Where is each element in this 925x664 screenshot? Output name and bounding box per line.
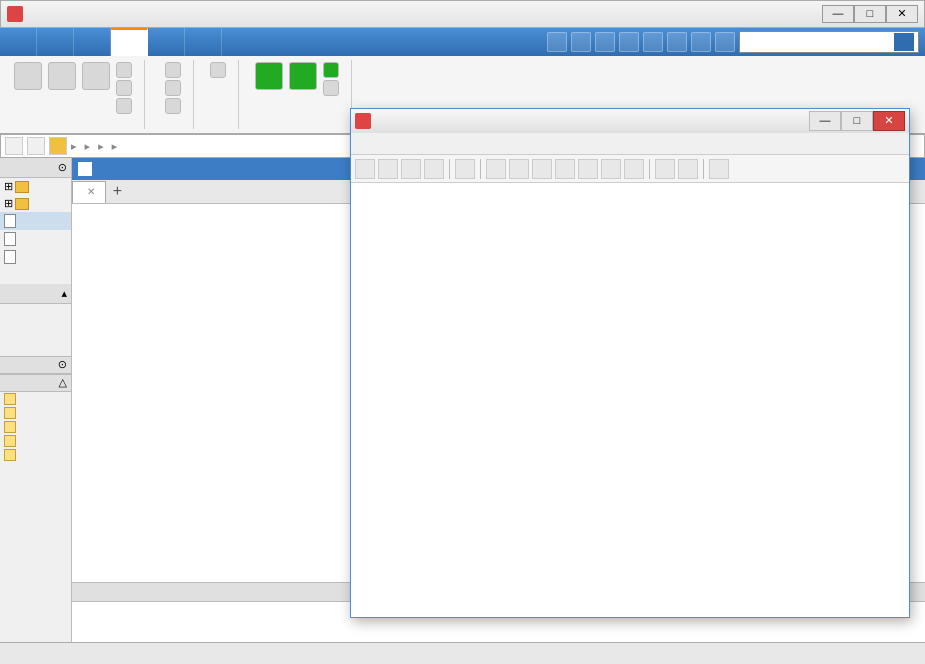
tab-apps[interactable] (74, 28, 111, 56)
fig-close-button[interactable]: ✕ (873, 111, 905, 131)
qat-cut-icon[interactable] (595, 32, 615, 52)
run-button[interactable] (255, 62, 283, 96)
run-advance-button[interactable] (289, 62, 317, 96)
findfiles-button[interactable] (116, 62, 136, 78)
matlab-logo-icon (355, 113, 371, 129)
details-prompt (0, 304, 71, 316)
workspace-header: ⊙ (0, 356, 71, 374)
main-titlebar: — □ ✕ (0, 0, 925, 28)
insert-button[interactable] (161, 62, 185, 78)
search-docs-input[interactable] (739, 31, 919, 53)
folder-icon (15, 198, 29, 210)
current-folder-panel: ⊙ ⊞ ⊞ ▴ ⊙ △ (0, 158, 72, 642)
rotate3d-icon[interactable] (555, 159, 575, 179)
runsection-button[interactable] (323, 62, 343, 78)
mfile-icon (4, 232, 16, 246)
toolstrip-tabs (0, 28, 925, 56)
ws-var[interactable] (0, 434, 71, 448)
tree-item[interactable] (0, 212, 71, 230)
editor-icon (78, 162, 92, 176)
new-figure-icon[interactable] (355, 159, 375, 179)
panel-menu-icon[interactable]: ⊙ (58, 161, 67, 174)
tab-publish[interactable] (148, 28, 185, 56)
quick-access-toolbar (541, 28, 925, 56)
link-icon[interactable] (624, 159, 644, 179)
qat-icon[interactable] (547, 32, 567, 52)
pointer-icon[interactable] (455, 159, 475, 179)
print-icon[interactable] (424, 159, 444, 179)
details-header: ▴ (0, 284, 71, 304)
pan-icon[interactable] (532, 159, 552, 179)
qat-save-icon[interactable] (571, 32, 591, 52)
comment-button[interactable] (161, 80, 185, 96)
minimize-button[interactable]: — (822, 5, 854, 23)
brush-icon[interactable] (601, 159, 621, 179)
qat-help-icon[interactable] (715, 32, 735, 52)
qat-undo-icon[interactable] (667, 32, 687, 52)
tab-view[interactable] (185, 28, 222, 56)
ws-names-col[interactable]: △ (0, 374, 71, 392)
file-tab[interactable]: ✕ (72, 181, 106, 203)
advance-button[interactable] (323, 80, 343, 96)
qat-redo-icon[interactable] (691, 32, 711, 52)
save-figure-icon[interactable] (401, 159, 421, 179)
fig-maximize-button[interactable]: □ (841, 111, 873, 131)
close-button[interactable]: ✕ (886, 5, 918, 23)
variable-icon (4, 407, 16, 419)
ws-var[interactable] (0, 420, 71, 434)
zoomout-icon[interactable] (509, 159, 529, 179)
variable-icon (4, 449, 16, 461)
zoomin-icon[interactable] (486, 159, 506, 179)
indent-button[interactable] (161, 98, 185, 114)
figure-window[interactable]: — □ ✕ (350, 108, 910, 618)
curfolder-header: ⊙ (0, 158, 71, 178)
nav-fwd-button[interactable] (27, 137, 45, 155)
print-button[interactable] (116, 98, 136, 114)
datacursor-icon[interactable] (578, 159, 598, 179)
tree-item[interactable]: ⊞ (0, 195, 71, 212)
new-tab-button[interactable]: + (106, 181, 128, 203)
matlab-logo-icon (7, 6, 23, 22)
ws-var[interactable] (0, 392, 71, 406)
tree-item[interactable] (0, 230, 71, 248)
goto-button[interactable] (210, 62, 230, 78)
folder-icon[interactable] (49, 137, 67, 155)
open-figure-icon[interactable] (378, 159, 398, 179)
tree-item[interactable] (0, 248, 71, 266)
maximize-button[interactable]: □ (854, 5, 886, 23)
mfile-icon (4, 250, 16, 264)
legend-icon[interactable] (678, 159, 698, 179)
qat-copy-icon[interactable] (619, 32, 639, 52)
axes-3d[interactable] (351, 183, 909, 617)
figure-titlebar[interactable]: — □ ✕ (351, 109, 909, 133)
folder-icon (15, 181, 29, 193)
variable-icon (4, 421, 16, 433)
status-bar (0, 642, 925, 664)
compare-button[interactable] (116, 80, 136, 96)
ws-var[interactable] (0, 448, 71, 462)
search-icon[interactable] (894, 33, 914, 51)
tab-home[interactable] (0, 28, 37, 56)
qat-paste-icon[interactable] (643, 32, 663, 52)
figure-toolbar (351, 155, 909, 183)
new-button[interactable] (14, 62, 42, 114)
hideplot-icon[interactable] (709, 159, 729, 179)
colorbar-icon[interactable] (655, 159, 675, 179)
fig-minimize-button[interactable]: — (809, 111, 841, 131)
nav-back-button[interactable] (5, 137, 23, 155)
tab-close-icon[interactable]: ✕ (87, 187, 95, 198)
figure-menubar (351, 133, 909, 155)
tab-editor[interactable] (111, 28, 148, 56)
save-button[interactable] (82, 62, 110, 114)
variable-icon (4, 435, 16, 447)
variable-icon (4, 393, 16, 405)
tree-item[interactable]: ⊞ (0, 178, 71, 195)
mfile-icon (4, 214, 16, 228)
ws-var[interactable] (0, 406, 71, 420)
tab-plots[interactable] (37, 28, 74, 56)
open-button[interactable] (48, 62, 76, 114)
